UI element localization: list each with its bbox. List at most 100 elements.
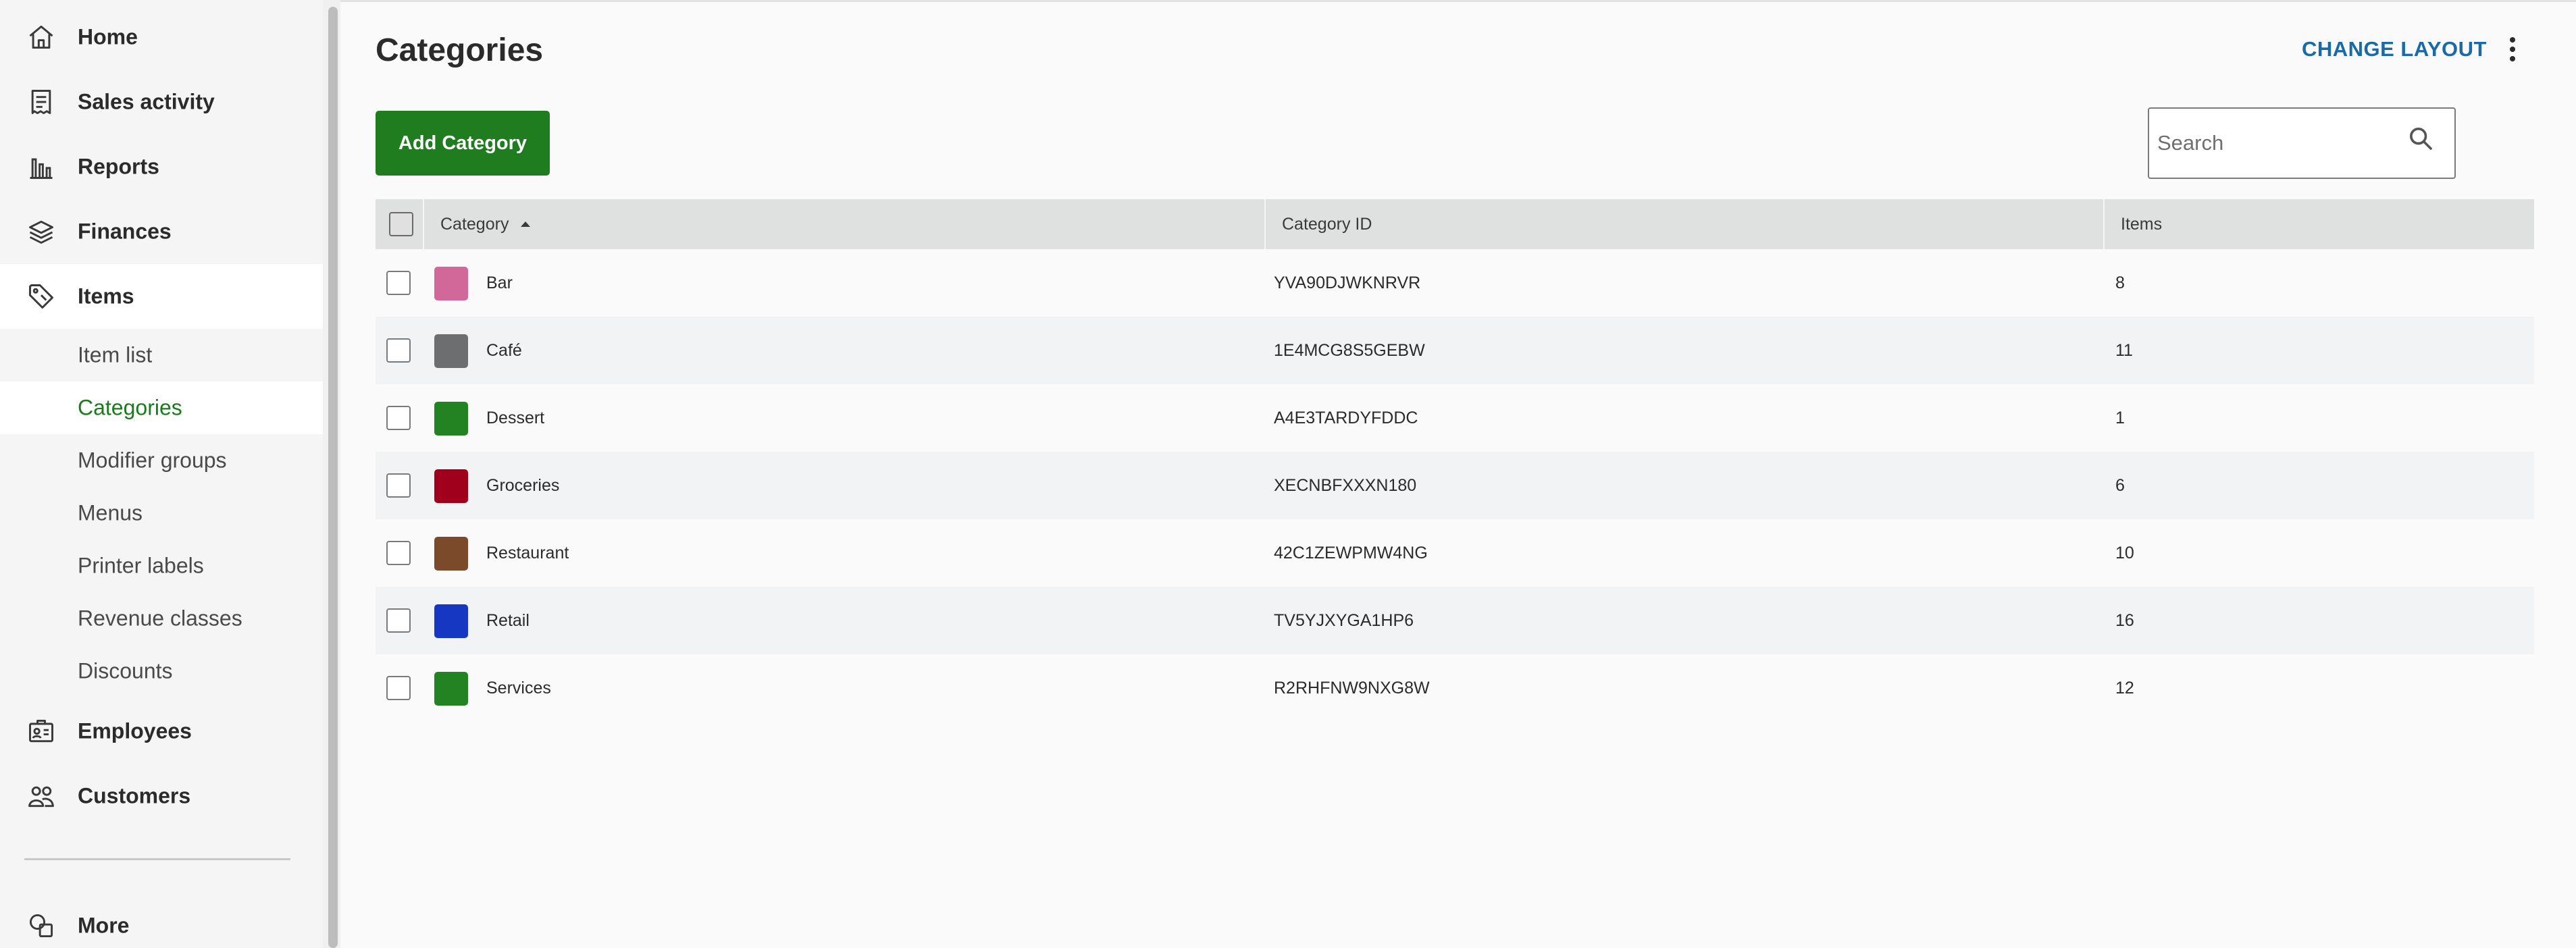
search-icon[interactable] [2407, 125, 2434, 152]
id-card-icon [26, 716, 57, 747]
column-header-category[interactable]: Category [440, 199, 531, 249]
select-all-checkbox[interactable] [389, 212, 413, 236]
row-checkbox[interactable] [386, 338, 411, 363]
category-id: XECNBFXXXN180 [1274, 475, 1417, 495]
category-name: Services [486, 678, 551, 697]
sidebar-item-label: Revenue classes [78, 606, 242, 631]
table-row[interactable]: Dessert A4E3TARDYFDDC 1 [376, 384, 2534, 452]
sidebar-divider [24, 858, 290, 860]
category-name: Bar [486, 273, 513, 292]
shapes-icon [26, 910, 57, 941]
sidebar-scrollbar-thumb[interactable] [328, 7, 338, 948]
add-category-button[interactable]: Add Category [376, 111, 550, 176]
home-icon [26, 22, 57, 53]
column-header-label: Category ID [1282, 214, 1372, 234]
category-color-swatch [434, 469, 468, 503]
category-name: Café [486, 340, 522, 360]
category-id: R2RHFNW9NXG8W [1274, 678, 1430, 697]
nav-reports[interactable]: Reports [0, 134, 323, 199]
sidebar-item-label: Categories [78, 395, 182, 420]
nav-more-label: More [78, 913, 130, 938]
item-count: 1 [2115, 408, 2125, 427]
column-header-label: Items [2121, 214, 2163, 234]
sidebar-item-label: Discounts [78, 658, 173, 683]
category-color-swatch [434, 267, 468, 300]
categories-table: Category Category ID Items Bar YVA90DJWK… [376, 199, 2534, 722]
category-name: Groceries [486, 475, 560, 495]
category-id: TV5YJXYGA1HP6 [1274, 610, 1414, 630]
row-checkbox[interactable] [386, 271, 411, 295]
item-count: 11 [2115, 340, 2133, 360]
nav-employees[interactable]: Employees [0, 699, 323, 764]
table-row[interactable]: Retail TV5YJXYGA1HP6 16 [376, 587, 2534, 654]
row-checkbox[interactable] [386, 473, 411, 498]
category-color-swatch [434, 604, 468, 638]
sidebar-item-item-list[interactable]: Item list [0, 329, 323, 381]
table-row[interactable]: Services R2RHFNW9NXG8W 12 [376, 654, 2534, 722]
item-count: 16 [2115, 610, 2134, 630]
item-count: 10 [2115, 543, 2134, 562]
table-row[interactable]: Bar YVA90DJWKNRVR 8 [376, 249, 2534, 317]
category-id: YVA90DJWKNRVR [1274, 273, 1421, 292]
category-color-swatch [434, 334, 468, 368]
nav-employees-label: Employees [78, 718, 192, 743]
sidebar-item-label: Menus [78, 500, 143, 525]
column-header-category-id[interactable]: Category ID [1282, 199, 1372, 249]
table-row[interactable]: Groceries XECNBFXXXN180 6 [376, 452, 2534, 519]
category-color-swatch [434, 672, 468, 706]
nav-sales-activity[interactable]: Sales activity [0, 70, 323, 134]
table-row[interactable]: Café 1E4MCG8S5GEBW 11 [376, 317, 2534, 384]
bar-chart-icon [26, 151, 57, 182]
sidebar-item-printer-labels[interactable]: Printer labels [0, 539, 323, 592]
table-header: Category Category ID Items [376, 199, 2534, 249]
receipt-icon [26, 86, 57, 117]
category-name: Dessert [486, 408, 545, 427]
sidebar-item-discounts[interactable]: Discounts [0, 645, 323, 697]
tag-icon [26, 281, 57, 312]
category-name: Restaurant [486, 543, 569, 562]
row-checkbox[interactable] [386, 541, 411, 565]
category-id: A4E3TARDYFDDC [1274, 408, 1418, 427]
select-all-cell [389, 199, 416, 249]
search-input[interactable] [2157, 109, 2400, 178]
nav-finances[interactable]: Finances [0, 199, 323, 264]
category-name: Retail [486, 610, 530, 630]
sidebar-item-revenue-classes[interactable]: Revenue classes [0, 592, 323, 645]
category-id: 1E4MCG8S5GEBW [1274, 340, 1425, 360]
category-color-swatch [434, 537, 468, 571]
sidebar-item-menus[interactable]: Menus [0, 487, 323, 539]
nav-more[interactable]: More [0, 893, 323, 948]
change-layout-button[interactable]: CHANGE LAYOUT [2302, 37, 2487, 61]
sidebar-item-label: Printer labels [78, 553, 204, 578]
page-title: Categories [376, 32, 544, 68]
sidebar-item-modifier-groups[interactable]: Modifier groups [0, 434, 323, 487]
item-count: 6 [2115, 475, 2125, 495]
nav-home[interactable]: Home [0, 5, 323, 70]
column-header-items[interactable]: Items [2121, 199, 2162, 249]
sidebar: Home Sales activity Reports Finances Ite… [0, 0, 323, 948]
category-color-swatch [434, 402, 468, 436]
row-checkbox[interactable] [386, 608, 411, 633]
sidebar-item-categories[interactable]: Categories [0, 381, 323, 434]
nav-customers-label: Customers [78, 783, 191, 808]
sort-ascending-icon [521, 221, 531, 227]
people-icon [26, 781, 57, 812]
search-field[interactable] [2148, 107, 2456, 179]
layers-icon [26, 216, 57, 247]
nav-sales-activity-label: Sales activity [78, 89, 215, 114]
item-count: 12 [2115, 678, 2134, 697]
sidebar-item-label: Item list [78, 342, 153, 367]
nav-home-label: Home [78, 24, 138, 49]
nav-items-label: Items [78, 284, 134, 309]
table-row[interactable]: Restaurant 42C1ZEWPMW4NG 10 [376, 519, 2534, 587]
nav-customers[interactable]: Customers [0, 764, 323, 828]
item-count: 8 [2115, 273, 2125, 292]
main-content: Categories CHANGE LAYOUT Add Category Ca… [340, 0, 2576, 948]
row-checkbox[interactable] [386, 406, 411, 430]
more-options-icon[interactable] [2504, 34, 2521, 64]
sidebar-item-label: Modifier groups [78, 448, 227, 473]
nav-items[interactable]: Items [0, 264, 323, 329]
column-header-label: Category [440, 214, 509, 234]
row-checkbox[interactable] [386, 676, 411, 700]
nav-finances-label: Finances [78, 219, 172, 244]
